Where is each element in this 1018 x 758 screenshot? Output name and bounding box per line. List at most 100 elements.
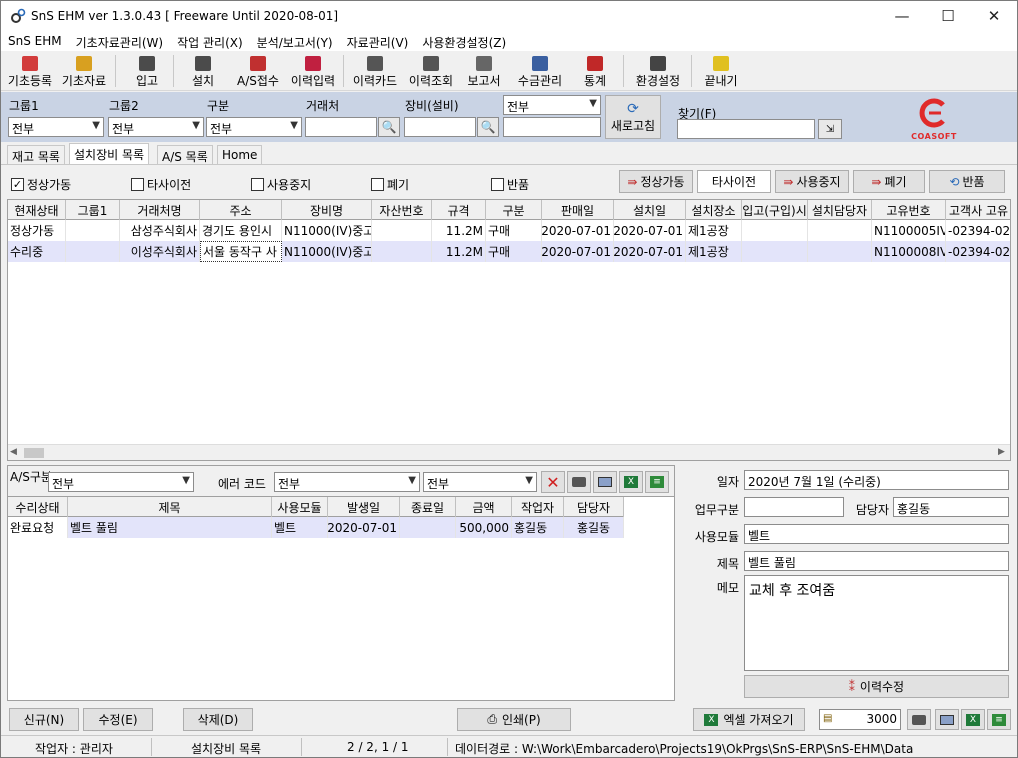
- tab-as-list[interactable]: A/S 목록: [157, 145, 213, 164]
- module-field[interactable]: 벨트: [744, 524, 1009, 544]
- subject-field[interactable]: 벨트 풀림: [744, 551, 1009, 571]
- table-row[interactable]: 정상가동 삼성주식회사 경기도 용인시 N11000(IV)중고 11.2M 구…: [8, 220, 1010, 241]
- print-button[interactable]: ⎙ 인쇄(P): [457, 708, 571, 731]
- col-end-date[interactable]: 종료일: [400, 497, 456, 517]
- excel-import-button[interactable]: X 엑셀 가져오기: [693, 708, 805, 731]
- delete-button[interactable]: 삭제(D): [183, 708, 253, 731]
- extra-input[interactable]: [503, 117, 601, 137]
- set-normal-button[interactable]: ⇛ 정상가동: [619, 170, 693, 193]
- export-button[interactable]: ≡: [987, 709, 1011, 730]
- group1-select[interactable]: 전부 ▼: [8, 117, 104, 137]
- equipment-input[interactable]: [404, 117, 476, 137]
- col-status[interactable]: 현재상태: [8, 200, 66, 220]
- export-button[interactable]: ≡: [645, 471, 669, 493]
- tab-home[interactable]: Home: [217, 145, 263, 164]
- client-input[interactable]: [305, 117, 377, 137]
- toolbar-stats-button[interactable]: 통계: [579, 53, 611, 89]
- manager-field[interactable]: 홍길동: [893, 497, 1009, 517]
- col-occur-date[interactable]: 발생일: [328, 497, 400, 517]
- horizontal-scrollbar[interactable]: ◀ ▶: [8, 444, 1010, 460]
- minimize-button[interactable]: —: [879, 1, 925, 31]
- col-client[interactable]: 거래처명: [120, 200, 200, 220]
- col-subject[interactable]: 제목: [68, 497, 272, 517]
- col-worker[interactable]: 작업자: [512, 497, 564, 517]
- client-search-button[interactable]: 🔍: [378, 117, 400, 137]
- maximize-button[interactable]: ☐: [925, 1, 971, 31]
- toolbar-install-button[interactable]: 설치: [183, 53, 223, 89]
- tab-installed-list[interactable]: 설치장비 목록: [69, 143, 150, 165]
- col-client-unique[interactable]: 고객사 고유: [946, 200, 1010, 220]
- col-group1[interactable]: 그룹1: [66, 200, 120, 220]
- col-install-date[interactable]: 설치일: [614, 200, 686, 220]
- toolbar-history-search-button[interactable]: 이력조회: [405, 53, 457, 89]
- toolbar-stock-in-button[interactable]: 입고: [127, 53, 167, 89]
- col-unique-no[interactable]: 고유번호: [872, 200, 946, 220]
- table-row-selected[interactable]: 수리중 이성주식회사 서울 동작구 사 N11000(IV)중고 11.2M 구…: [8, 241, 1010, 262]
- col-purchase[interactable]: 입고(구입)시: [742, 200, 808, 220]
- menu-data-manage[interactable]: 자료관리(V): [340, 31, 416, 51]
- col-install-place[interactable]: 설치장소: [686, 200, 742, 220]
- menu-basic-data[interactable]: 기초자료관리(W): [69, 31, 170, 51]
- menu-report[interactable]: 분석/보고서(Y): [250, 31, 340, 51]
- focused-cell[interactable]: 서울 동작구 사: [200, 241, 282, 262]
- col-sale-date[interactable]: 판매일: [542, 200, 614, 220]
- col-manager[interactable]: 담당자: [564, 497, 624, 517]
- col-repair-status[interactable]: 수리상태: [8, 497, 68, 517]
- col-equipment[interactable]: 장비명: [282, 200, 372, 220]
- set-transfer-button[interactable]: 타사이전: [697, 170, 771, 193]
- scroll-thumb[interactable]: [24, 448, 44, 458]
- count-input[interactable]: ▤ 3000: [819, 709, 901, 730]
- group2-select[interactable]: 전부 ▼: [108, 117, 204, 137]
- error-code-select[interactable]: 전부 ▼: [274, 472, 420, 492]
- check-discarded[interactable]: 폐기: [371, 176, 409, 193]
- scroll-right-icon[interactable]: ▶: [998, 447, 1005, 457]
- date-field[interactable]: 2020년 7월 1일 (수리중): [744, 470, 1009, 490]
- camera-button[interactable]: [567, 471, 591, 493]
- excel-button[interactable]: X: [961, 709, 985, 730]
- close-button[interactable]: ✕: [971, 1, 1017, 31]
- check-suspended[interactable]: 사용중지: [251, 176, 311, 193]
- edit-history-button[interactable]: ⁑ 이력수정: [744, 675, 1009, 698]
- toolbar-as-receive-button[interactable]: A/S접수: [233, 53, 283, 89]
- error-code-select-2[interactable]: 전부 ▼: [423, 472, 537, 492]
- set-discard-button[interactable]: ⇛ 폐기: [853, 170, 925, 193]
- check-returned[interactable]: 반품: [491, 176, 529, 193]
- new-button[interactable]: 신규(N): [9, 708, 79, 731]
- toolbar-data-button[interactable]: 기초자료: [58, 53, 110, 89]
- col-asset-no[interactable]: 자산번호: [372, 200, 432, 220]
- menu-sns-ehm[interactable]: SnS EHM: [1, 31, 69, 51]
- set-suspend-button[interactable]: ⇛ 사용중지: [775, 170, 849, 193]
- col-installer[interactable]: 설치담당자: [808, 200, 872, 220]
- menu-settings[interactable]: 사용환경설정(Z): [415, 31, 513, 51]
- set-return-button[interactable]: ⟲ 반품: [929, 170, 1005, 193]
- tab-stock-list[interactable]: 재고 목록: [7, 145, 65, 164]
- toolbar-history-input-button[interactable]: 이력입력: [287, 53, 339, 89]
- camera-button[interactable]: [907, 709, 931, 730]
- table-row-selected[interactable]: 완료요청 벨트 풀림 벨트 2020-07-01 500,000 홍길동 홍길동: [8, 517, 624, 538]
- scroll-left-icon[interactable]: ◀: [10, 447, 17, 457]
- toolbar-register-button[interactable]: 기초등록: [5, 53, 55, 89]
- toolbar-history-card-button[interactable]: 이력카드: [349, 53, 401, 89]
- toolbar-settings-button[interactable]: 환경설정: [631, 53, 685, 89]
- col-address[interactable]: 주소: [200, 200, 282, 220]
- col-amount[interactable]: 금액: [456, 497, 512, 517]
- refresh-button[interactable]: ⟳ 새로고침: [605, 95, 661, 139]
- as-type-select[interactable]: 전부 ▼: [48, 472, 194, 492]
- work-type-field[interactable]: [744, 497, 844, 517]
- edit-button[interactable]: 수정(E): [83, 708, 153, 731]
- toolbar-report-button[interactable]: 보고서: [463, 53, 505, 89]
- printer-button[interactable]: [593, 471, 617, 493]
- toolbar-collection-button[interactable]: 수금관리: [513, 53, 567, 89]
- col-module[interactable]: 사용모듈: [272, 497, 328, 517]
- equipment-search-button[interactable]: 🔍: [477, 117, 499, 137]
- menu-work[interactable]: 작업 관리(X): [170, 31, 250, 51]
- extra-select[interactable]: 전부 ▼: [503, 95, 601, 115]
- memo-textarea[interactable]: 교체 후 조여줌: [744, 575, 1009, 671]
- check-transfer[interactable]: 타사이전: [131, 176, 191, 193]
- category-select[interactable]: 전부 ▼: [206, 117, 302, 137]
- printer-button[interactable]: [935, 709, 959, 730]
- find-go-button[interactable]: ⇲: [818, 119, 842, 139]
- col-spec[interactable]: 규격: [432, 200, 486, 220]
- clear-filter-button[interactable]: ✕: [541, 471, 565, 493]
- excel-button[interactable]: X: [619, 471, 643, 493]
